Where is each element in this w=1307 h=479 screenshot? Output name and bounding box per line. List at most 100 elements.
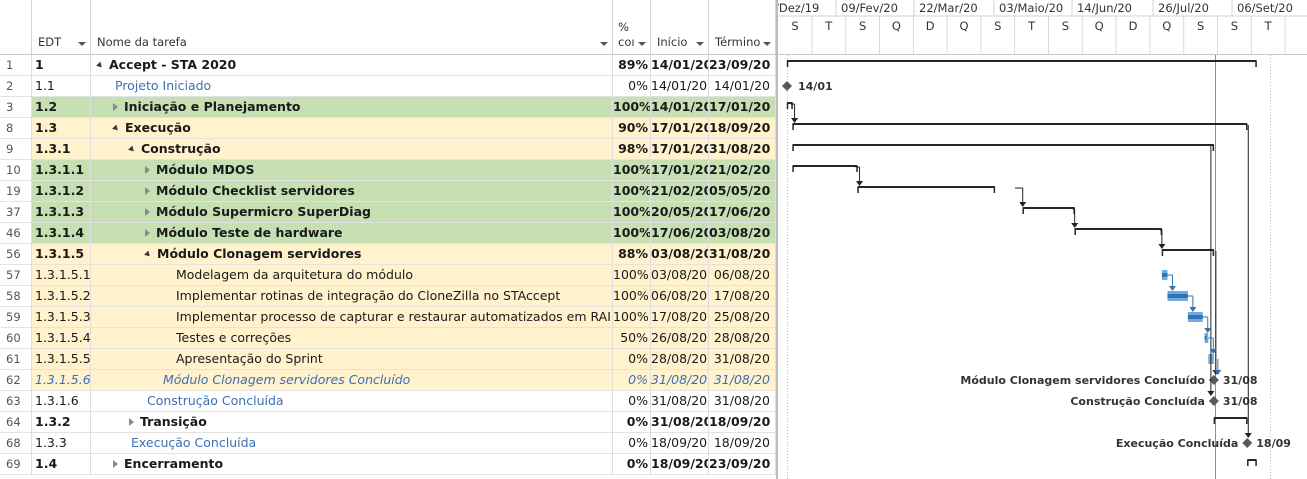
- table-row[interactable]: 58 1.3.1.5.2 Implementar rotinas de integr…: [0, 286, 776, 307]
- table-row[interactable]: 62 1.3.1.5.6 Módulo Clonagem servidores Co…: [0, 370, 776, 391]
- finish-date-cell[interactable]: 21/02/20: [709, 160, 776, 181]
- task-name-cell[interactable]: Módulo Teste de hardware: [91, 223, 613, 244]
- table-row[interactable]: 8 1.3 Execução 90% 17/01/20 18/09/20: [0, 118, 776, 139]
- task-name-cell[interactable]: Execução Concluída: [91, 433, 613, 454]
- table-row[interactable]: 9 1.3.1 Construção 98% 17/01/20 31/08/20: [0, 139, 776, 160]
- column-header-pct[interactable]: % coı: [613, 0, 651, 55]
- start-date-cell[interactable]: 28/08/20: [651, 349, 709, 370]
- table-row[interactable]: 1 1 Accept - STA 2020 89% 14/01/20 23/09/20: [0, 55, 776, 76]
- task-name-cell[interactable]: Apresentação do Sprint: [91, 349, 613, 370]
- task-name-cell[interactable]: Projeto Iniciado: [91, 76, 613, 97]
- start-date-cell[interactable]: 31/08/20: [651, 391, 709, 412]
- task-name-cell[interactable]: Encerramento: [91, 454, 613, 475]
- percent-complete-cell[interactable]: 100%: [613, 160, 651, 181]
- chevron-down-icon[interactable]: [600, 42, 608, 46]
- edt-cell[interactable]: 1.3.3: [32, 433, 91, 454]
- finish-date-cell[interactable]: 23/09/20: [709, 454, 776, 475]
- edt-cell[interactable]: 1.3.1.5.4: [32, 328, 91, 349]
- milestone-execucao-concluida[interactable]: [1242, 438, 1253, 448]
- start-date-cell[interactable]: 18/09/20: [651, 454, 709, 475]
- gantt-chart[interactable]: /Dez/19 09/Fev/20 22/Mar/20 03/Maio/20 14/Ju…: [776, 0, 1307, 479]
- finish-date-cell[interactable]: 31/08/20: [709, 244, 776, 265]
- edt-cell[interactable]: 1.3.1.5: [32, 244, 91, 265]
- start-date-cell[interactable]: 18/09/20: [651, 433, 709, 454]
- chevron-down-icon[interactable]: [763, 42, 771, 46]
- row-id-cell[interactable]: 1: [0, 55, 32, 76]
- percent-complete-cell[interactable]: 0%: [613, 370, 651, 391]
- table-row[interactable]: 59 1.3.1.5.3 Implementar processo de captu…: [0, 307, 776, 328]
- task-name-cell[interactable]: Módulo MDOS: [91, 160, 613, 181]
- row-id-cell[interactable]: 62: [0, 370, 32, 391]
- edt-cell[interactable]: 1.2: [32, 97, 91, 118]
- row-id-cell[interactable]: 8: [0, 118, 32, 139]
- percent-complete-cell[interactable]: 0%: [613, 349, 651, 370]
- edt-cell[interactable]: 1.3.1.5.6: [32, 370, 91, 391]
- start-date-cell[interactable]: 17/06/20: [651, 223, 709, 244]
- task-name-cell[interactable]: Transição: [91, 412, 613, 433]
- expand-icon[interactable]: [113, 460, 118, 468]
- edt-cell[interactable]: 1.3.1.2: [32, 181, 91, 202]
- column-header-edt[interactable]: EDT: [32, 0, 91, 55]
- task-name-cell[interactable]: Módulo Clonagem servidores: [91, 244, 613, 265]
- edt-cell[interactable]: 1.3.1.1: [32, 160, 91, 181]
- finish-date-cell[interactable]: 03/08/20: [709, 223, 776, 244]
- row-id-cell[interactable]: 60: [0, 328, 32, 349]
- task-name-cell[interactable]: Execução: [91, 118, 613, 139]
- row-id-cell[interactable]: 61: [0, 349, 32, 370]
- start-date-cell[interactable]: 17/01/20: [651, 118, 709, 139]
- finish-date-cell[interactable]: 18/09/20: [709, 433, 776, 454]
- percent-complete-cell[interactable]: 98%: [613, 139, 651, 160]
- task-name-cell[interactable]: Iniciação e Planejamento: [91, 97, 613, 118]
- table-row[interactable]: 64 1.3.2 Transição 0% 31/08/20 18/09/20: [0, 412, 776, 433]
- chevron-down-icon[interactable]: [638, 42, 646, 46]
- task-name-cell[interactable]: Módulo Supermicro SuperDiag: [91, 202, 613, 223]
- finish-date-cell[interactable]: 17/01/20: [709, 97, 776, 118]
- row-id-cell[interactable]: 69: [0, 454, 32, 475]
- column-header-name[interactable]: Nome da tarefa: [91, 0, 613, 55]
- collapse-icon[interactable]: [112, 124, 120, 133]
- task-name-cell[interactable]: Módulo Clonagem servidores Concluído: [91, 370, 613, 391]
- task-name-cell[interactable]: Construção: [91, 139, 613, 160]
- row-id-cell[interactable]: 56: [0, 244, 32, 265]
- percent-complete-cell[interactable]: 0%: [613, 76, 651, 97]
- start-date-cell[interactable]: 20/05/20: [651, 202, 709, 223]
- percent-complete-cell[interactable]: 100%: [613, 97, 651, 118]
- table-row[interactable]: 61 1.3.1.5.5 Apresentação do Sprint 0% 28/08…: [0, 349, 776, 370]
- percent-complete-cell[interactable]: 88%: [613, 244, 651, 265]
- percent-complete-cell[interactable]: 90%: [613, 118, 651, 139]
- start-date-cell[interactable]: 14/01/20: [651, 76, 709, 97]
- row-id-cell[interactable]: 57: [0, 265, 32, 286]
- percent-complete-cell[interactable]: 50%: [613, 328, 651, 349]
- row-id-cell[interactable]: 10: [0, 160, 32, 181]
- edt-cell[interactable]: 1.3: [32, 118, 91, 139]
- task-name-cell[interactable]: Accept - STA 2020: [91, 55, 613, 76]
- percent-complete-cell[interactable]: 89%: [613, 55, 651, 76]
- percent-complete-cell[interactable]: 0%: [613, 412, 651, 433]
- row-id-cell[interactable]: 59: [0, 307, 32, 328]
- finish-date-cell[interactable]: 28/08/20: [709, 328, 776, 349]
- percent-complete-cell[interactable]: 100%: [613, 202, 651, 223]
- edt-cell[interactable]: 1.3.1.3: [32, 202, 91, 223]
- expand-icon[interactable]: [145, 187, 150, 195]
- finish-date-cell[interactable]: 05/05/20: [709, 181, 776, 202]
- table-row[interactable]: 56 1.3.1.5 Módulo Clonagem servidores 88% 03…: [0, 244, 776, 265]
- start-date-cell[interactable]: 21/02/20: [651, 181, 709, 202]
- edt-cell[interactable]: 1.3.1.5.5: [32, 349, 91, 370]
- edt-cell[interactable]: 1.3.1.5.3: [32, 307, 91, 328]
- task-name-cell[interactable]: Testes e correções: [91, 328, 613, 349]
- column-header-finish[interactable]: Término: [709, 0, 776, 55]
- percent-complete-cell[interactable]: 100%: [613, 223, 651, 244]
- task-name-cell[interactable]: Implementar processo de capturar e resta…: [91, 307, 613, 328]
- start-date-cell[interactable]: 14/01/20: [651, 97, 709, 118]
- finish-date-cell[interactable]: 31/08/20: [709, 349, 776, 370]
- row-id-cell[interactable]: 2: [0, 76, 32, 97]
- percent-complete-cell[interactable]: 100%: [613, 307, 651, 328]
- finish-date-cell[interactable]: 18/09/20: [709, 412, 776, 433]
- task-name-cell[interactable]: Construção Concluída: [91, 391, 613, 412]
- chevron-down-icon[interactable]: [78, 42, 86, 46]
- start-date-cell[interactable]: 31/08/20: [651, 412, 709, 433]
- start-date-cell[interactable]: 17/01/20: [651, 160, 709, 181]
- task-name-cell[interactable]: Modelagem da arquitetura do módulo: [91, 265, 613, 286]
- start-date-cell[interactable]: 14/01/20: [651, 55, 709, 76]
- finish-date-cell[interactable]: 17/08/20: [709, 286, 776, 307]
